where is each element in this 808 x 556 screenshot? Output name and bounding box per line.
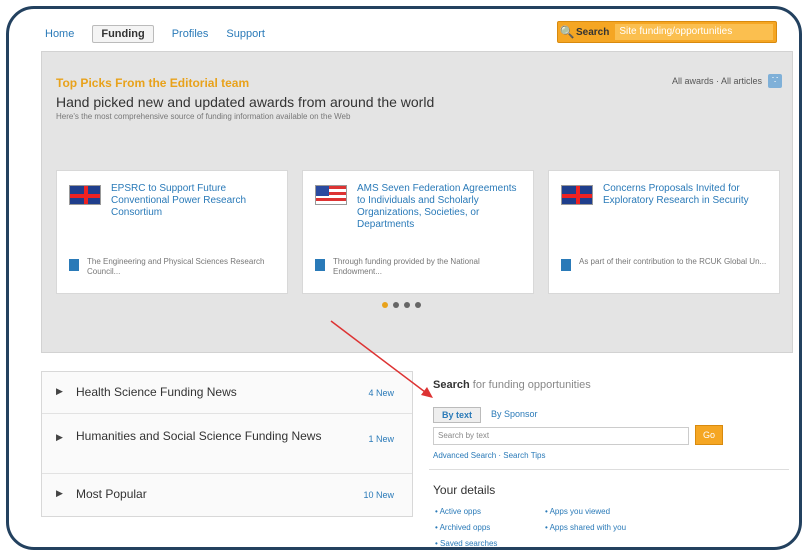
editorial-title: Hand picked new and updated awards from … [56, 94, 435, 110]
award-card-desc: As part of their contribution to the RCU… [579, 257, 767, 266]
award-card[interactable]: Concerns Proposals Invited for Explorato… [548, 170, 780, 294]
expand-triangle-icon[interactable]: ▶ [56, 386, 63, 397]
award-card-desc: The Engineering and Physical Sciences Re… [87, 257, 265, 276]
us-flag-icon [315, 185, 347, 205]
site-search-input[interactable]: Site funding/opportunities [615, 24, 773, 40]
carousel-dot[interactable] [393, 302, 399, 308]
uk-flag-icon [561, 185, 593, 205]
carousel-dot[interactable] [415, 302, 421, 308]
annotation-arrow [330, 320, 433, 398]
expand-triangle-icon[interactable]: ▶ [56, 488, 63, 499]
tab-funding[interactable]: Funding [92, 25, 154, 43]
news-row-count[interactable]: 1 New [368, 434, 394, 444]
editorial-links[interactable]: All awards · All articles [672, 76, 762, 86]
details-link[interactable]: • Apps you viewed [545, 507, 610, 516]
details-link[interactable]: • Apps shared with you [545, 523, 626, 532]
news-row-count[interactable]: 10 New [363, 490, 394, 500]
rss-icon[interactable]: ∵ [768, 74, 782, 88]
advanced-search-link[interactable]: Advanced Search · Search Tips [433, 451, 546, 460]
search-tabs: By text By Sponsor [433, 407, 538, 423]
award-card-desc: Through funding provided by the National… [333, 257, 480, 276]
document-icon [69, 259, 79, 271]
your-details-title: Your details [433, 483, 496, 497]
details-link[interactable]: • Archived opps [435, 523, 490, 532]
news-row[interactable]: ▶ Humanities and Social Science Funding … [42, 414, 412, 474]
award-card-title[interactable]: Concerns Proposals Invited for Explorato… [603, 183, 773, 207]
details-link[interactable]: • Saved searches [435, 539, 497, 547]
news-row[interactable]: ▶ Most Popular 10 New [42, 474, 412, 516]
editorial-subtitle: Here's the most comprehensive source of … [56, 112, 351, 121]
search-icon: 🔍 [559, 25, 575, 39]
news-row-label[interactable]: Health Science Funding News [76, 384, 237, 400]
document-icon [315, 259, 325, 271]
award-card-title[interactable]: AMS Seven Federation Agreements to Indiv… [357, 183, 527, 231]
divider [429, 469, 789, 470]
tab-by-text[interactable]: By text [433, 407, 482, 423]
carousel-dots [382, 302, 421, 308]
tab-home[interactable]: Home [45, 28, 74, 40]
tab-by-sponsor[interactable]: By Sponsor [491, 407, 538, 423]
carousel-dot[interactable] [404, 302, 410, 308]
award-card[interactable]: EPSRC to Support Future Conventional Pow… [56, 170, 288, 294]
top-nav: Home Funding Profiles Support [45, 25, 265, 43]
tab-support[interactable]: Support [226, 28, 265, 40]
news-row-label[interactable]: Most Popular [76, 486, 147, 502]
funding-search-input[interactable]: Search by text [433, 427, 689, 445]
editorial-panel: Top Picks From the Editorial team All aw… [41, 51, 793, 353]
uk-flag-icon [69, 185, 101, 205]
editorial-heading: Top Picks From the Editorial team [56, 76, 250, 90]
details-link[interactable]: • Active opps [435, 507, 481, 516]
funding-search-title: Search for funding opportunities [433, 379, 591, 391]
tab-profiles[interactable]: Profiles [172, 28, 209, 40]
carousel-dot[interactable] [382, 302, 388, 308]
site-search-box[interactable]: 🔍 Search Site funding/opportunities [557, 21, 777, 43]
search-label: Search [576, 26, 610, 38]
award-card[interactable]: AMS Seven Federation Agreements to Indiv… [302, 170, 534, 294]
award-card-title[interactable]: EPSRC to Support Future Conventional Pow… [111, 183, 281, 219]
document-icon [561, 259, 571, 271]
expand-triangle-icon[interactable]: ▶ [56, 432, 63, 443]
go-button[interactable]: Go [695, 425, 723, 445]
news-row-label[interactable]: Humanities and Social Science Funding Ne… [76, 428, 336, 444]
screenshot-frame: Home Funding Profiles Support 🔍 Search S… [6, 6, 802, 550]
